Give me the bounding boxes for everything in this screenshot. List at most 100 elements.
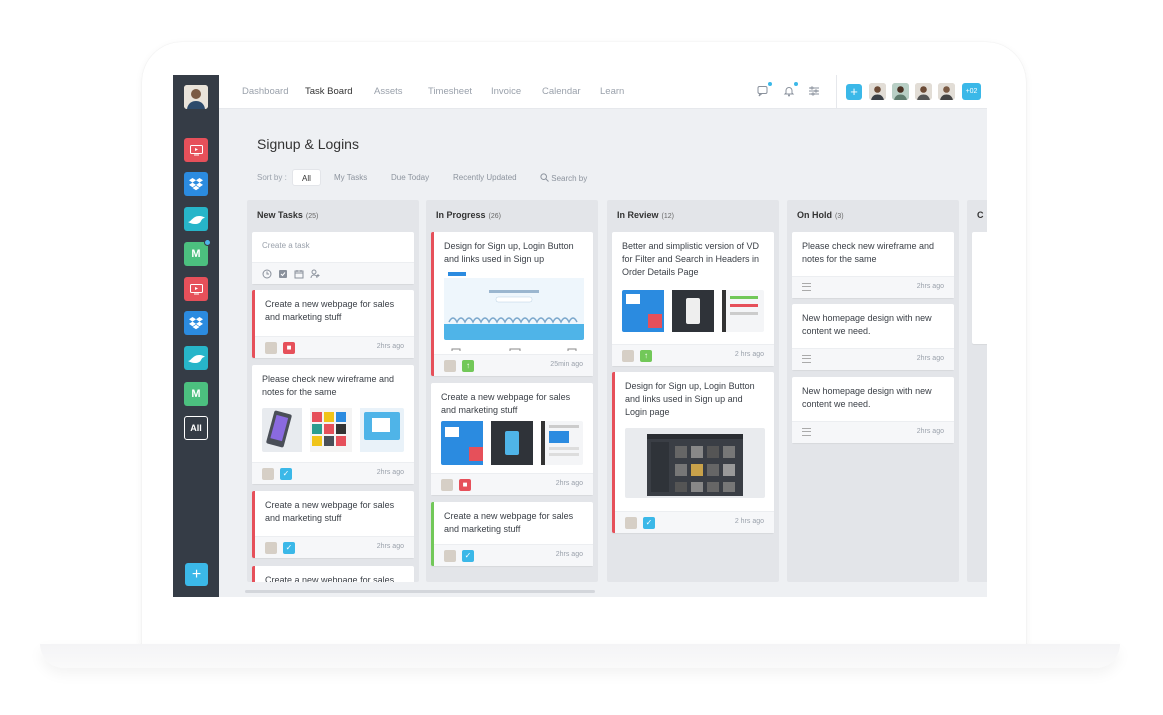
task-title: Create a new webpage for sales and marke… [444, 511, 574, 534]
sidebar-app-whale-2[interactable] [184, 346, 208, 370]
app-screen: M M All + Dashboard Task Board Assets Ti… [173, 75, 987, 597]
task-footer: ✓ 2hrs ago [255, 536, 414, 558]
nav-calendar[interactable]: Calendar [542, 86, 581, 97]
task-title: Create a new webpage for sales and marke… [265, 500, 395, 523]
sidebar-app-screen-1[interactable] [184, 138, 208, 162]
task-card[interactable] [972, 232, 987, 344]
nav-learn[interactable]: Learn [600, 86, 624, 97]
member-avatar[interactable] [938, 83, 955, 100]
m-app-icon: M [191, 388, 201, 400]
nav-timesheet[interactable]: Timesheet [428, 86, 472, 97]
filter-design-attachments[interactable] [622, 290, 764, 332]
add-member-button[interactable]: + [846, 84, 862, 100]
assignee-avatar[interactable] [625, 517, 637, 529]
checkbox-icon[interactable] [278, 269, 288, 279]
clock-icon[interactable] [262, 269, 272, 279]
more-members-badge[interactable]: +02 [962, 83, 981, 100]
nav-invoice[interactable]: Invoice [491, 86, 521, 97]
user-avatar[interactable] [184, 85, 208, 109]
assignee-avatar[interactable] [262, 468, 274, 480]
task-card[interactable]: New homepage design with new content we … [792, 377, 954, 443]
screen-tag-icon: ■ [283, 342, 295, 354]
sort-option-my-tasks[interactable]: My Tasks [334, 173, 367, 182]
task-card[interactable]: Create a new webpage for sales and marke… [252, 491, 414, 558]
create-task-input[interactable]: Create a task [262, 241, 310, 250]
task-title: Better and simplistic version of VD for … [622, 241, 760, 277]
notes-icon [802, 355, 811, 363]
sidebar-app-m-2[interactable]: M [184, 382, 208, 406]
nav-assets[interactable]: Assets [374, 86, 403, 97]
sort-option-recently-updated[interactable]: Recently Updated [453, 173, 517, 182]
task-card[interactable]: Design for Sign up, Login Button and lin… [431, 232, 593, 376]
create-task-card[interactable]: Create a task [252, 232, 414, 284]
assignee-avatar[interactable] [622, 350, 634, 362]
task-card[interactable]: Create a new webpage for sales [252, 566, 414, 582]
sidebar-app-m-1[interactable]: M [184, 239, 211, 266]
filter-settings-icon[interactable] [808, 85, 820, 97]
bell-notification-dot [794, 82, 798, 86]
top-navbar: Dashboard Task Board Assets Timesheet In… [219, 75, 987, 109]
calendar-icon[interactable] [294, 269, 304, 279]
attachment-file-icons [444, 343, 584, 351]
task-card[interactable]: Create a new webpage for sales and marke… [252, 290, 414, 358]
sidebar-all-apps[interactable]: All [184, 416, 208, 440]
assignee-avatar[interactable] [444, 550, 456, 562]
column-count: (25) [305, 213, 319, 220]
task-card[interactable]: New homepage design with new content we … [792, 304, 954, 370]
task-time: 2 hrs ago [734, 518, 764, 525]
member-avatar[interactable] [915, 83, 932, 100]
task-title: Please check new wireframe and notes for… [262, 374, 395, 397]
task-time: 2hrs ago [376, 469, 404, 476]
task-card[interactable]: Better and simplistic version of VD for … [612, 232, 774, 366]
horizontal-scrollbar[interactable] [245, 590, 595, 593]
chat-icon[interactable] [757, 82, 772, 97]
task-time: 2hrs ago [376, 343, 404, 350]
assignee-avatar[interactable] [265, 342, 277, 354]
bell-icon[interactable] [783, 82, 798, 97]
check-tag-icon: ✓ [462, 550, 474, 562]
column-title: New Tasks [257, 210, 303, 220]
column-new-tasks: New Tasks (25) Create a task Create a new… [247, 200, 419, 582]
wireframe-attachments[interactable] [262, 408, 404, 452]
notes-icon [802, 428, 811, 436]
member-avatar[interactable] [869, 83, 886, 100]
task-card[interactable]: Please check new wireframe and notes for… [252, 365, 414, 484]
signup-page-attachment[interactable] [625, 428, 765, 498]
column-on-hold: On Hold (3) Please check new wireframe an… [787, 200, 959, 582]
task-card[interactable]: Create a new webpage for sales and marke… [431, 502, 593, 566]
nav-task-board[interactable]: Task Board [305, 86, 353, 97]
sidebar-app-screen-2[interactable] [184, 277, 208, 301]
screen-app-icon [189, 283, 203, 294]
nav-dashboard[interactable]: Dashboard [242, 86, 288, 97]
sidebar-add-button[interactable]: + [185, 563, 208, 586]
task-title: Design for Sign up, Login Button and lin… [444, 241, 574, 264]
signup-design-attachment[interactable] [444, 270, 584, 340]
sidebar-app-dropbox-2[interactable] [184, 311, 208, 335]
task-card[interactable]: Create a new webpage for sales and marke… [431, 383, 593, 495]
assignee-avatar[interactable] [265, 542, 277, 554]
sort-option-all[interactable]: All [292, 169, 321, 186]
task-card[interactable]: Please check new wireframe and notes for… [792, 232, 954, 298]
assignee-avatar[interactable] [441, 479, 453, 491]
assign-user-icon[interactable] [310, 269, 320, 279]
webpage-attachments[interactable] [441, 421, 583, 465]
notification-dot [204, 239, 211, 246]
sort-option-due-today[interactable]: Due Today [391, 173, 429, 182]
sidebar-app-dropbox-1[interactable] [184, 172, 208, 196]
whale-app-icon [188, 216, 205, 224]
column-count: (26) [488, 213, 501, 220]
search-button[interactable]: Search by [540, 173, 587, 183]
task-time: 2hrs ago [555, 551, 583, 558]
member-avatar[interactable] [892, 83, 909, 100]
sidebar-app-whale-1[interactable] [184, 207, 208, 231]
page-title: Signup & Logins [257, 136, 359, 152]
column-title: In Review [617, 210, 659, 220]
task-title: New homepage design with new content we … [802, 386, 932, 409]
task-footer: ↑ 25min ago [434, 354, 593, 376]
task-footer: 2hrs ago [792, 276, 954, 298]
column-title: In Progress [436, 210, 486, 220]
task-card[interactable]: Design for Sign up, Login Button and lin… [612, 372, 774, 533]
sort-label: Sort by : [257, 173, 287, 182]
task-time: 2hrs ago [555, 480, 583, 487]
assignee-avatar[interactable] [444, 360, 456, 372]
